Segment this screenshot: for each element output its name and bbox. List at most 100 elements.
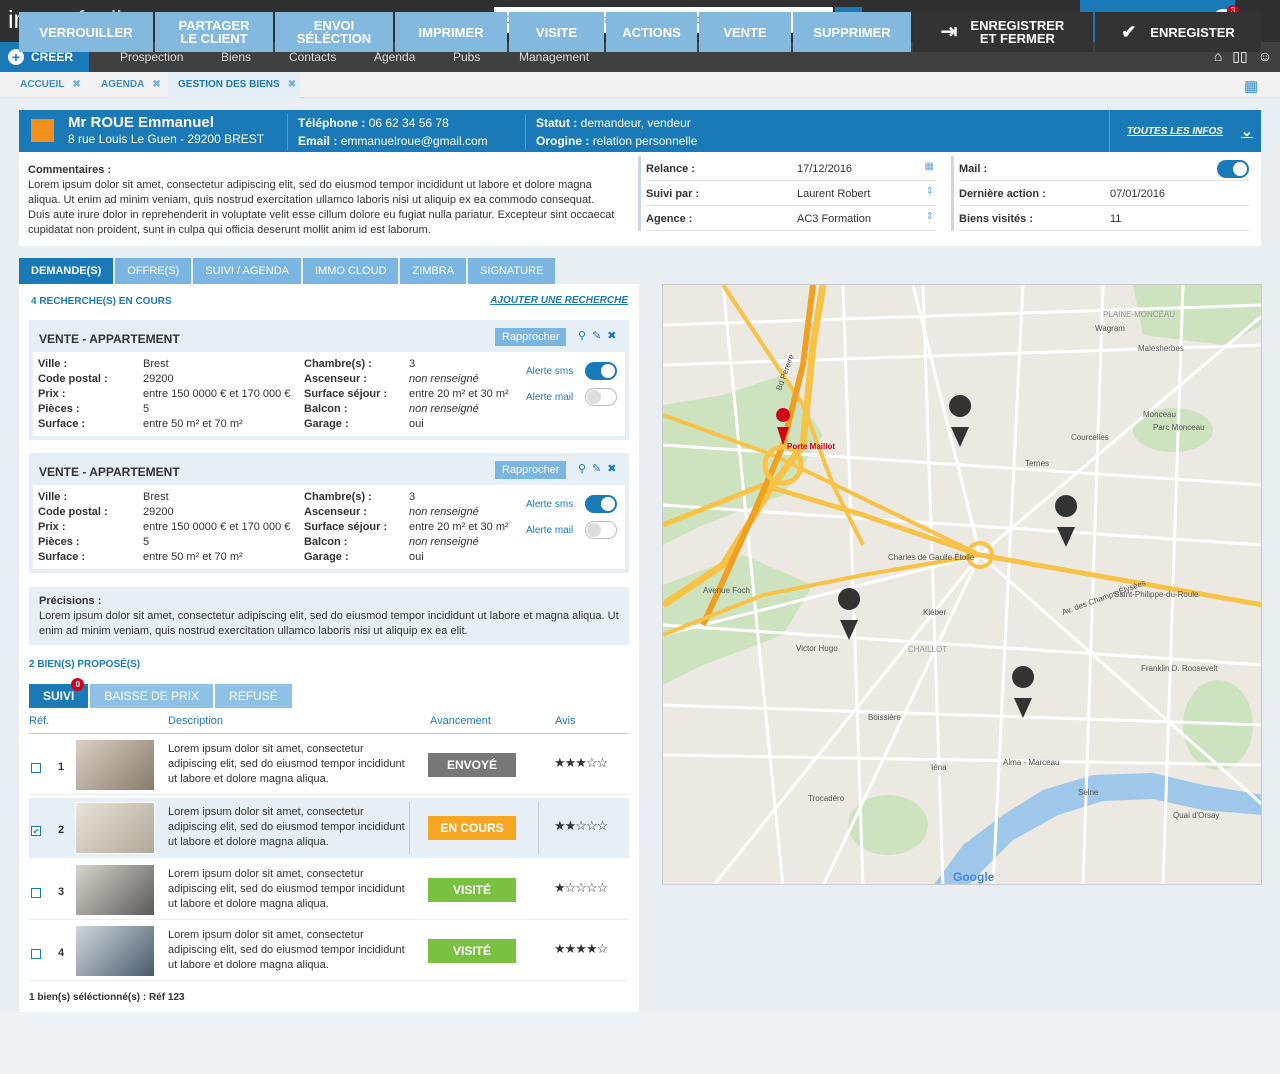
save-button[interactable]: ✔ ENREGISTER: [1095, 12, 1261, 52]
mail-alert-toggle[interactable]: [585, 521, 617, 539]
status-badge[interactable]: EN COURS: [428, 816, 516, 840]
close-icon[interactable]: ✖: [288, 79, 296, 90]
nav-biens[interactable]: Biens: [221, 50, 251, 64]
mail-alert-toggle[interactable]: [585, 388, 617, 406]
map-canvas: Porte Maillot PLAINE-MONCEAU Avenue Foch…: [663, 285, 1261, 884]
rapprocher-button[interactable]: Rapprocher: [495, 461, 567, 479]
table-row[interactable]: 3 Lorem ipsum dolor sit amet, consectetur…: [29, 860, 629, 920]
contact-address: 8 rue Louis Le Guen - 29200 BREST: [68, 132, 265, 146]
actions-button[interactable]: ACTIONS: [606, 12, 697, 52]
rating-stars[interactable]: ★★☆☆☆: [554, 818, 608, 834]
delete-icon[interactable]: ✖: [607, 462, 616, 475]
delete-icon[interactable]: ✖: [607, 329, 616, 342]
svg-text:PLAINE-MONCEAU: PLAINE-MONCEAU: [1103, 310, 1175, 319]
proposed-title: 2 BIEN(S) PROPOSÉ(S): [29, 659, 141, 670]
contact-header: Mr ROUE Emmanuel 8 rue Louis Le Guen - 2…: [19, 110, 1261, 152]
table-row[interactable]: 1 Lorem ipsum dolor sit amet, consectetur…: [29, 735, 629, 795]
tab-refuse[interactable]: REFUSÉ: [215, 684, 292, 708]
contact-name: Mr ROUE Emmanuel: [68, 114, 214, 131]
location-icon[interactable]: ⚲: [578, 329, 586, 342]
property-photo[interactable]: [75, 802, 155, 854]
close-icon[interactable]: ✖: [72, 79, 80, 90]
crumb-gestion-des-biens[interactable]: GESTION DES BIENS ✖: [168, 72, 300, 98]
search-card-title: VENTE - APPARTEMENT: [39, 465, 180, 479]
row-description: Lorem ipsum dolor sit amet, consectetur …: [168, 806, 405, 848]
row-checkbox[interactable]: [31, 949, 41, 959]
supprimer-button[interactable]: SUPPRIMER: [793, 12, 911, 52]
svg-text:Boissière: Boissière: [868, 713, 901, 722]
check-icon: ✔: [1121, 21, 1137, 42]
nav-pubs[interactable]: Pubs: [453, 50, 480, 64]
edit-icon[interactable]: ✎: [592, 329, 601, 342]
selection-count: 1 bien(s) séléctionné(s) : Réf 123: [29, 992, 185, 1003]
rating-stars[interactable]: ★★★★☆: [554, 941, 608, 957]
sms-toggle[interactable]: [585, 362, 617, 380]
imprimer-button[interactable]: IMPRIMER: [395, 12, 507, 52]
add-search-link[interactable]: AJOUTER UNE RECHERCHE: [490, 295, 628, 306]
nav-prospection[interactable]: Prospection: [120, 50, 183, 64]
svg-text:Ternes: Ternes: [1025, 459, 1049, 468]
property-photo[interactable]: [75, 925, 155, 977]
rating-stars[interactable]: ★★★☆☆: [554, 755, 608, 771]
verrouiller-button[interactable]: VERROUILLER: [19, 12, 153, 52]
nav-management[interactable]: Management: [519, 50, 589, 64]
tab-immo-cloud[interactable]: IMMO CLOUD: [302, 258, 399, 284]
svg-text:Charles de Gaulle Étoile: Charles de Gaulle Étoile: [888, 553, 975, 562]
row-ref: 1: [58, 761, 65, 773]
field-agence[interactable]: Agence : AC3 Formation ⇕: [646, 206, 936, 231]
select-arrows-icon: ⇕: [925, 186, 934, 197]
alert-sms-label: Alerte sms: [526, 499, 574, 510]
searches-count: 4 RECHERCHE(S) EN COURS: [31, 296, 172, 307]
col-avancement: Avancement: [430, 715, 491, 727]
search-card-title: VENTE - APPARTEMENT: [39, 332, 180, 346]
nav-contacts[interactable]: Contacts: [289, 50, 336, 64]
all-info-link[interactable]: TOUTES LES INFOS ⌄: [1109, 110, 1261, 152]
status-badge[interactable]: VISITÉ: [428, 878, 516, 902]
sms-toggle[interactable]: [585, 495, 617, 513]
property-photo[interactable]: [75, 739, 155, 791]
rapprocher-button[interactable]: Rapprocher: [495, 328, 567, 346]
svg-text:Kléber: Kléber: [923, 608, 946, 617]
map-view[interactable]: Porte Maillot PLAINE-MONCEAU Avenue Foch…: [662, 284, 1262, 885]
edit-icon[interactable]: ✎: [592, 462, 601, 475]
exit-icon: ⇥: [940, 20, 958, 43]
tab-suivi[interactable]: SUIVI 0: [29, 678, 89, 708]
chevron-down-icon: ⌄: [1240, 122, 1253, 139]
location-icon[interactable]: ⚲: [578, 462, 586, 475]
close-icon[interactable]: ✖: [152, 79, 160, 90]
visite-button[interactable]: VISITE: [509, 12, 604, 52]
status-badge[interactable]: ENVOYÉ: [428, 753, 516, 777]
partager-client-button[interactable]: PARTAGER LE CLIENT: [155, 12, 273, 52]
svg-text:Monceau: Monceau: [1143, 410, 1176, 419]
contact-color-square: [31, 119, 54, 142]
tab-suivi-agenda[interactable]: SUIVI / AGENDA: [193, 258, 301, 284]
svg-text:Alma - Marceau: Alma - Marceau: [1003, 758, 1059, 767]
crumb-accueil[interactable]: ACCUEIL ✖: [12, 72, 92, 98]
table-row[interactable]: ✔ 2 Lorem ipsum dolor sit amet, consectetu…: [29, 798, 629, 858]
tab-signature[interactable]: SIGNATURE: [468, 258, 556, 284]
table-row[interactable]: 4 Lorem ipsum dolor sit amet, consectetur…: [29, 921, 629, 981]
envoi-selection-button[interactable]: ENVOI SÉLÉCTION: [275, 12, 393, 52]
field-relance[interactable]: Relance :17/12/2016 ▦: [646, 156, 936, 181]
row-checkbox[interactable]: [31, 888, 41, 898]
vente-button[interactable]: VENTE: [699, 12, 791, 52]
tab-offres[interactable]: OFFRE(S): [115, 258, 192, 284]
row-checkbox[interactable]: [31, 763, 41, 773]
select-arrows-icon: ⇕: [925, 211, 934, 222]
nav-agenda[interactable]: Agenda: [374, 50, 415, 64]
tab-baisse-de-prix[interactable]: BAISSE DE PRIX: [90, 684, 214, 708]
apps-grid-icon[interactable]: ▦: [1244, 77, 1258, 95]
mail-toggle[interactable]: [1217, 160, 1249, 178]
svg-text:Quai d'Orsay: Quai d'Orsay: [1173, 811, 1219, 820]
row-checkbox[interactable]: ✔: [31, 826, 41, 836]
tab-demandes[interactable]: DEMANDE(S): [19, 258, 114, 284]
save-close-button[interactable]: ⇥ ENREGISTRER ET FERMER: [913, 12, 1093, 52]
field-suivi-par[interactable]: Suivi par : Laurent Robert ⇕: [646, 181, 936, 206]
property-photo[interactable]: [75, 864, 155, 916]
crumb-agenda[interactable]: AGENDA ✖: [93, 72, 168, 98]
tab-zimbra[interactable]: ZIMBRA: [400, 258, 467, 284]
field-mail: Mail :: [959, 156, 1249, 181]
svg-text:Saint-Philippe-du-Roule: Saint-Philippe-du-Roule: [1114, 590, 1199, 599]
status-badge[interactable]: VISITÉ: [428, 939, 516, 963]
rating-stars[interactable]: ★☆☆☆☆: [554, 880, 608, 896]
